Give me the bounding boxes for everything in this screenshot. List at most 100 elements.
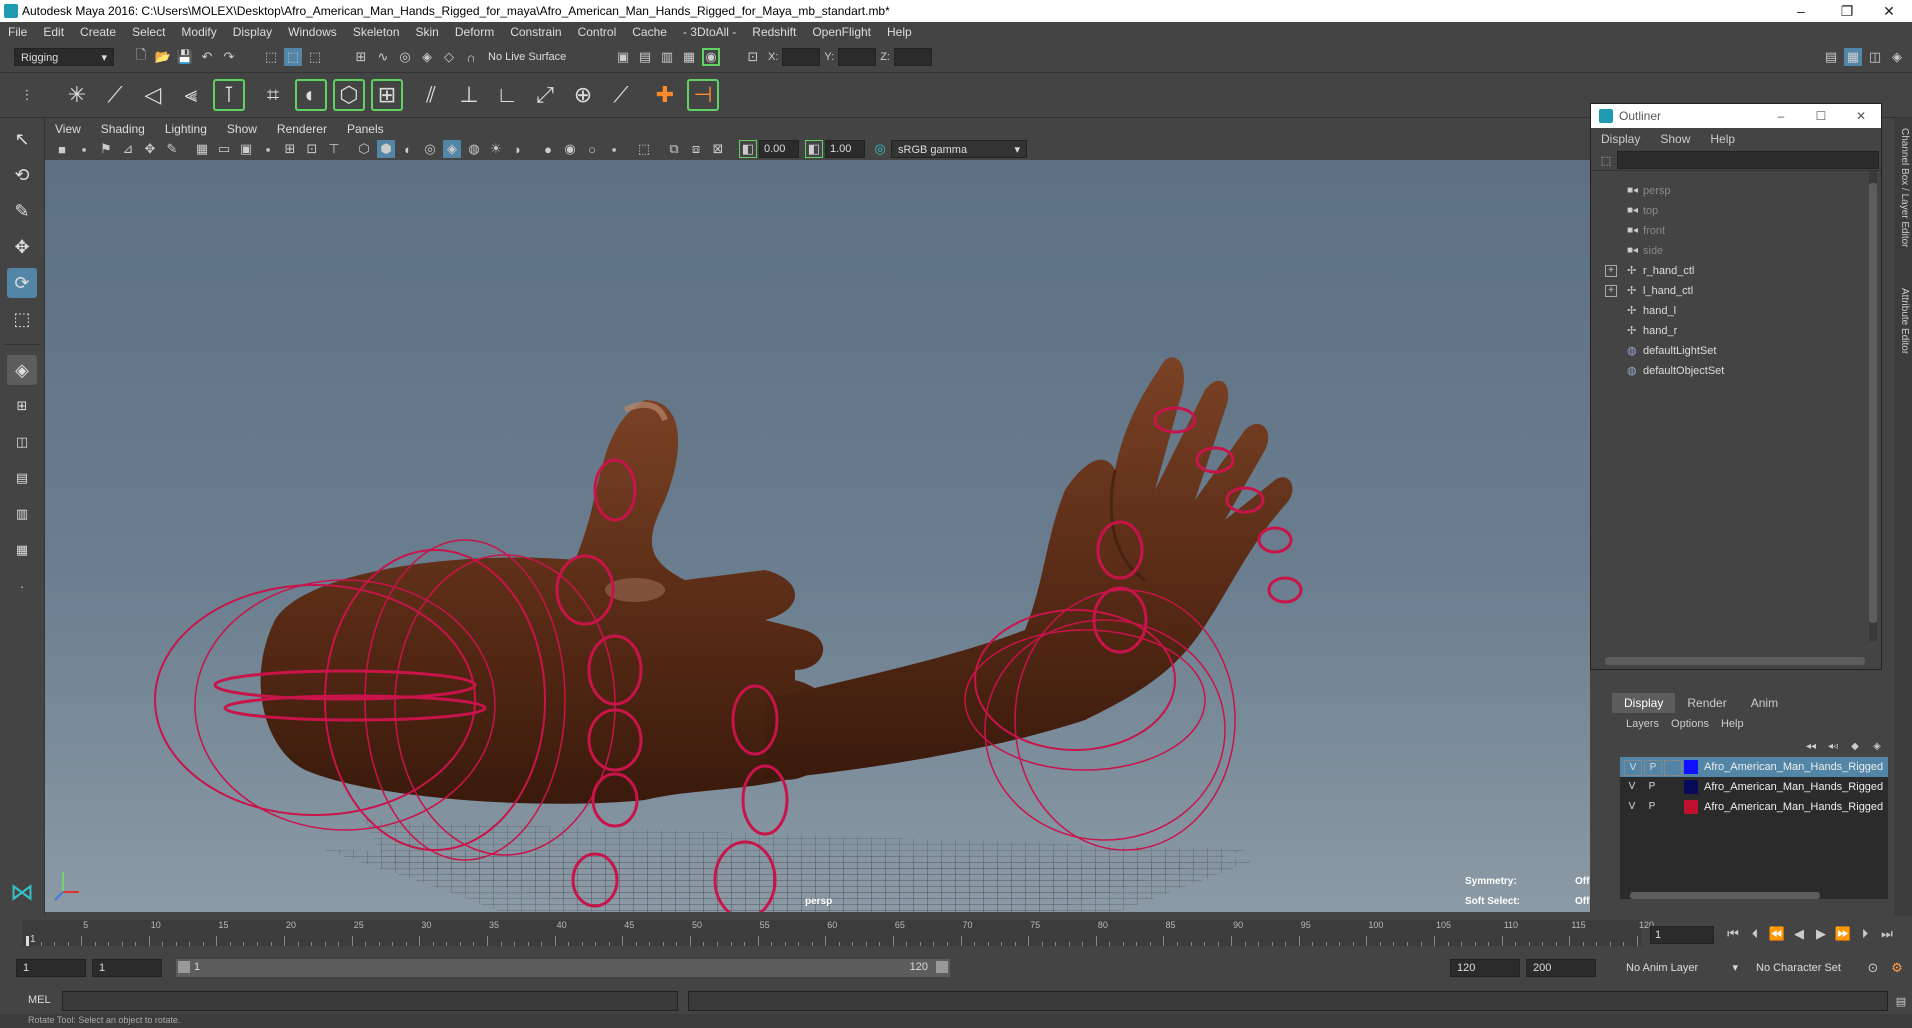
- play-backwards-icon[interactable]: ◀: [1790, 925, 1808, 943]
- wireframe-icon[interactable]: ⬡: [355, 140, 373, 158]
- panel-menu-show[interactable]: Show: [217, 120, 267, 138]
- menu-create[interactable]: Create: [72, 22, 124, 42]
- tab-display[interactable]: Display: [1612, 693, 1676, 713]
- menu-help[interactable]: Help: [879, 22, 920, 42]
- grease-pencil-icon[interactable]: ✎: [163, 140, 181, 158]
- side-by-side-layout-icon[interactable]: ◫: [7, 427, 37, 457]
- layer-menu-options[interactable]: Options: [1665, 718, 1715, 730]
- panel-menu-lighting[interactable]: Lighting: [155, 120, 217, 138]
- pole-vector-icon[interactable]: ⟋: [605, 79, 637, 111]
- outliner-menu-display[interactable]: Display: [1591, 132, 1650, 146]
- layer-display-type-toggle[interactable]: [1664, 800, 1680, 814]
- z-field[interactable]: [893, 48, 932, 66]
- expand-icon[interactable]: +: [1605, 285, 1617, 297]
- exposure-field[interactable]: 0.00: [759, 140, 799, 158]
- camera-attributes-icon[interactable]: ■: [53, 140, 71, 158]
- wireframe-on-shaded-icon[interactable]: ◎: [421, 140, 439, 158]
- outliner-item[interactable]: ◍ defaultObjectSet: [1591, 361, 1881, 381]
- y-field[interactable]: [838, 48, 877, 66]
- hypershade-icon[interactable]: ◉: [702, 48, 720, 66]
- textured-icon[interactable]: ◍: [465, 140, 483, 158]
- lattice-icon[interactable]: ⬡: [333, 79, 365, 111]
- layer-visibility-toggle[interactable]: V: [1624, 760, 1642, 776]
- ik-spline-icon[interactable]: ◁: [137, 79, 169, 111]
- rotate-tool-icon[interactable]: ⟳: [7, 268, 37, 298]
- outliner-vertical-scrollbar[interactable]: [1869, 171, 1877, 641]
- paint-select-tool-icon[interactable]: ✎: [7, 196, 37, 226]
- outliner-item[interactable]: ◍ defaultLightSet: [1591, 341, 1881, 361]
- anim-layer-dropdown[interactable]: No Anim Layer ▾: [1620, 959, 1744, 977]
- toggle-attribute-editor-icon[interactable]: ◈: [1888, 48, 1906, 66]
- xray-joints-icon[interactable]: ⧉: [665, 140, 683, 158]
- playback-end-field[interactable]: 120: [1450, 959, 1520, 977]
- x-field[interactable]: [782, 48, 821, 66]
- select-tool-icon[interactable]: ↖: [7, 124, 37, 154]
- scale-constraint-icon[interactable]: ⤢: [529, 79, 561, 111]
- new-layer-from-selection-icon[interactable]: ◈: [1868, 737, 1886, 755]
- aim-constraint-icon[interactable]: ⊕: [567, 79, 599, 111]
- redo-icon[interactable]: ↷: [220, 48, 238, 66]
- layer-row[interactable]: V P Afro_American_Man_Hands_Rigged: [1620, 777, 1888, 797]
- attribute-editor-tab[interactable]: Attribute Editor: [1896, 288, 1910, 354]
- bookmark-icon[interactable]: ⚑: [97, 140, 115, 158]
- step-back-key-icon[interactable]: ⏪: [1768, 925, 1786, 943]
- auto-keyframe-icon[interactable]: ⊙: [1864, 959, 1882, 977]
- menu-cache[interactable]: Cache: [624, 22, 675, 42]
- outliner-horizontal-scrollbar[interactable]: [1605, 657, 1865, 665]
- lights-icon[interactable]: ☀: [487, 140, 505, 158]
- menu-modify[interactable]: Modify: [173, 22, 224, 42]
- snap-grid-icon[interactable]: ⊞: [352, 48, 370, 66]
- layer-menu-help[interactable]: Help: [1715, 718, 1750, 730]
- go-to-end-icon[interactable]: ⏭: [1878, 925, 1896, 943]
- range-end-handle[interactable]: [936, 961, 948, 973]
- animation-preferences-icon[interactable]: ⚙: [1888, 959, 1906, 977]
- depth-of-field-icon[interactable]: ▪: [605, 140, 623, 158]
- orient-constraint-icon[interactable]: ∟: [491, 79, 523, 111]
- mirror-joint-icon[interactable]: ⫷: [175, 79, 207, 111]
- layer-color-swatch[interactable]: [1684, 780, 1698, 794]
- outliner-item[interactable]: ■◂ side: [1591, 241, 1881, 261]
- parent-constraint-icon[interactable]: ⫽: [415, 79, 447, 111]
- animation-end-field[interactable]: 200: [1526, 959, 1596, 977]
- locator-icon[interactable]: ✚: [649, 79, 681, 111]
- color-management-icon[interactable]: ◎: [871, 140, 889, 158]
- new-scene-icon[interactable]: 🗋: [132, 47, 150, 66]
- menuset-dropdown[interactable]: Rigging ▾: [14, 48, 114, 66]
- select-component-icon[interactable]: ⬚: [306, 48, 324, 66]
- bind-skin-icon[interactable]: ⌗: [257, 79, 289, 111]
- grid-toggle-icon[interactable]: ▦: [193, 140, 211, 158]
- lasso-tool-icon[interactable]: ⟲: [7, 160, 37, 190]
- isolate-select-icon[interactable]: ⬚: [635, 140, 653, 158]
- layer-display-type-toggle[interactable]: [1664, 780, 1680, 794]
- playback-range-bar[interactable]: 1 120: [176, 959, 950, 977]
- shadows-icon[interactable]: ◗: [509, 140, 527, 158]
- safe-action-icon[interactable]: ⊡: [303, 140, 321, 158]
- panel-menu-renderer[interactable]: Renderer: [267, 120, 337, 138]
- layout-options-icon[interactable]: ·: [7, 571, 37, 601]
- go-to-start-icon[interactable]: ⏮: [1724, 925, 1742, 943]
- orient-joint-icon[interactable]: ⊺: [213, 79, 245, 111]
- outliner-item[interactable]: ■◂ front: [1591, 221, 1881, 241]
- four-view-layout-icon[interactable]: ⊞: [7, 391, 37, 421]
- gamma-icon[interactable]: ◧: [805, 140, 823, 158]
- render-frame-icon[interactable]: ▤: [636, 48, 654, 66]
- resolution-gate-icon[interactable]: ▣: [237, 140, 255, 158]
- menu-redshift[interactable]: Redshift: [744, 22, 804, 42]
- xray-icon[interactable]: ◈: [443, 140, 461, 158]
- outliner-item[interactable]: ✢ hand_r: [1591, 321, 1881, 341]
- render-view-icon[interactable]: ▣: [614, 48, 632, 66]
- step-forward-frame-icon[interactable]: ⏵: [1856, 925, 1874, 943]
- xray-active-icon[interactable]: ⧈: [687, 140, 705, 158]
- gamma-field[interactable]: 1.00: [825, 140, 865, 158]
- layer-row[interactable]: V P Afro_American_Man_Hands_Rigged: [1620, 757, 1888, 777]
- menu-skin[interactable]: Skin: [408, 22, 447, 42]
- menu-skeleton[interactable]: Skeleton: [345, 22, 408, 42]
- current-frame-field[interactable]: 1: [1650, 926, 1714, 944]
- minimize-button[interactable]: –: [1778, 0, 1824, 22]
- move-layer-up-icon[interactable]: ◂◂: [1802, 737, 1820, 755]
- menu-openflight[interactable]: OpenFlight: [804, 22, 879, 42]
- outliner-scroll-thumb[interactable]: [1869, 183, 1877, 623]
- outliner-minimize-button[interactable]: –: [1761, 109, 1801, 123]
- default-material-icon[interactable]: ◐: [399, 140, 417, 158]
- scale-tool-icon[interactable]: ⬚: [7, 304, 37, 334]
